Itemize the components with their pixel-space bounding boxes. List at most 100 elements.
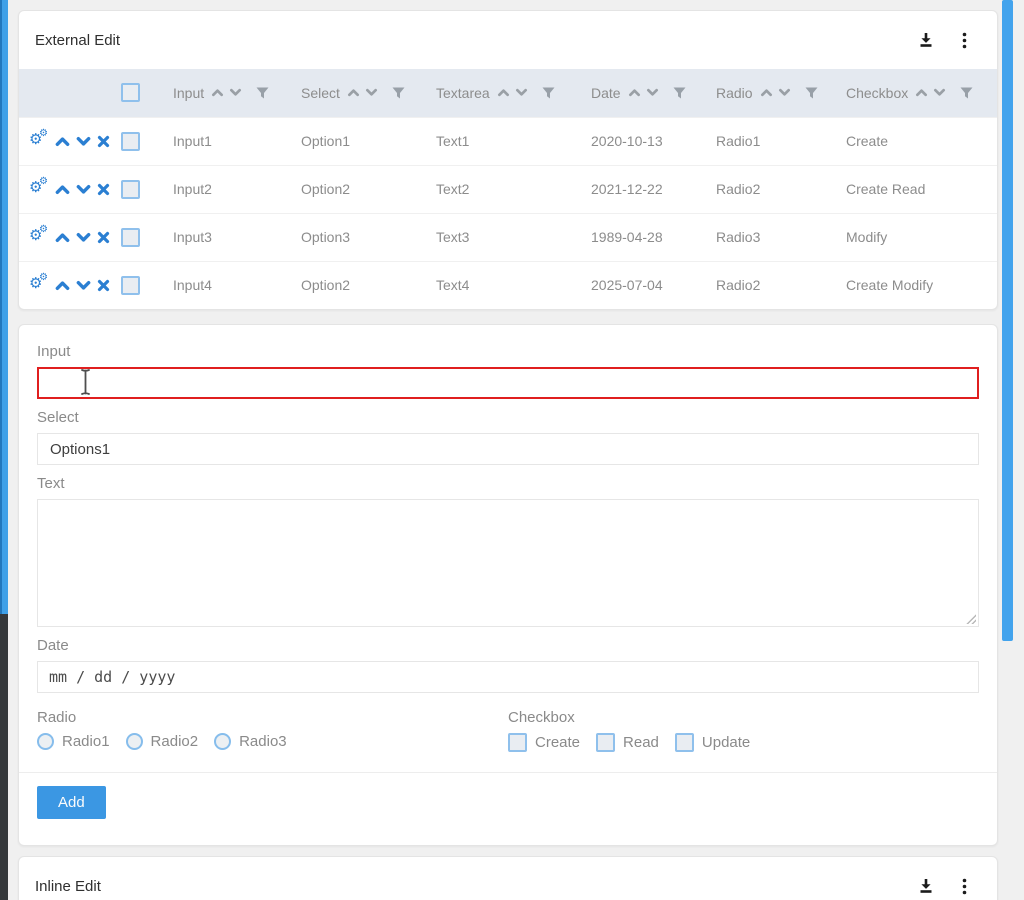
sort-asc-icon[interactable] xyxy=(497,87,510,98)
external-edit-card: External Edit xyxy=(18,10,998,310)
checkbox-option-create[interactable] xyxy=(508,733,527,752)
delete-x-icon[interactable] xyxy=(97,183,110,196)
checkbox-option-label: Read xyxy=(623,734,659,751)
table-row: ⚙⚙ Input4 Option2 Text4 2025-07-04 Radio… xyxy=(19,261,997,309)
row-settings-cogs-icon[interactable]: ⚙⚙ xyxy=(29,179,49,199)
text-label: Text xyxy=(37,475,979,492)
row-checkbox[interactable] xyxy=(121,228,140,247)
row-settings-cogs-icon[interactable]: ⚙⚙ xyxy=(29,227,49,247)
column-header-radio: Radio xyxy=(716,69,846,117)
cell-select: Option2 xyxy=(301,165,436,213)
cell-checkbox: Modify xyxy=(846,213,997,261)
checkbox-option-read[interactable] xyxy=(596,733,615,752)
sort-desc-icon[interactable] xyxy=(365,87,378,98)
inline-edit-card: Inline Edit xyxy=(18,856,998,900)
input-field[interactable] xyxy=(37,367,979,399)
delete-x-icon[interactable] xyxy=(97,231,110,244)
date-field[interactable]: mm / dd / yyyy xyxy=(37,661,979,693)
resize-grip-icon[interactable] xyxy=(964,612,976,624)
radio-option-radio2[interactable] xyxy=(126,733,143,750)
add-button[interactable]: Add xyxy=(37,786,106,819)
kebab-menu-icon[interactable] xyxy=(962,878,967,895)
delete-x-icon[interactable] xyxy=(97,135,110,148)
sort-asc-icon[interactable] xyxy=(347,87,360,98)
kebab-menu-icon[interactable] xyxy=(962,32,967,49)
checkbox-label: Checkbox xyxy=(508,709,979,726)
radio-group: Radio Radio1 Radio2 Radio3 xyxy=(37,699,508,756)
sort-desc-icon[interactable] xyxy=(778,87,791,98)
sort-desc-icon[interactable] xyxy=(229,87,242,98)
form-footer: Add xyxy=(19,772,997,845)
filter-funnel-icon[interactable] xyxy=(805,87,818,99)
checkbox-option-update[interactable] xyxy=(675,733,694,752)
cell-date: 2021-12-22 xyxy=(591,165,716,213)
right-scrollbar-thumb[interactable] xyxy=(1002,0,1013,641)
download-icon[interactable] xyxy=(918,32,934,48)
download-icon[interactable] xyxy=(918,878,934,894)
text-textarea[interactable] xyxy=(37,499,979,627)
table-row: ⚙⚙ Input3 Option3 Text3 1989-04-28 Radio… xyxy=(19,213,997,261)
filter-funnel-icon[interactable] xyxy=(392,87,405,99)
sort-desc-icon[interactable] xyxy=(646,87,659,98)
column-label: Date xyxy=(591,85,621,101)
date-label: Date xyxy=(37,637,979,654)
move-up-icon[interactable] xyxy=(55,231,70,244)
cell-radio: Radio3 xyxy=(716,213,846,261)
add-form-card: Input Select Options1 Text Date mm / dd … xyxy=(18,324,998,846)
radio-option-radio1[interactable] xyxy=(37,733,54,750)
select-all-checkbox[interactable] xyxy=(121,83,140,102)
move-up-icon[interactable] xyxy=(55,183,70,196)
row-checkbox[interactable] xyxy=(121,132,140,151)
move-down-icon[interactable] xyxy=(76,279,91,292)
radio-option-label: Radio2 xyxy=(151,733,199,750)
select-value: Options1 xyxy=(50,441,110,458)
filter-funnel-icon[interactable] xyxy=(673,87,686,99)
row-checkbox[interactable] xyxy=(121,180,140,199)
move-up-icon[interactable] xyxy=(55,279,70,292)
cell-textarea: Text1 xyxy=(436,117,591,165)
cell-checkbox: Create Modify xyxy=(846,261,997,309)
cell-radio: Radio2 xyxy=(716,165,846,213)
column-header-select: Select xyxy=(301,69,436,117)
cell-input: Input4 xyxy=(173,261,301,309)
left-scrollbar-thumb[interactable] xyxy=(0,0,8,614)
sort-asc-icon[interactable] xyxy=(628,87,641,98)
select-label: Select xyxy=(37,409,979,426)
cell-textarea: Text3 xyxy=(436,213,591,261)
cell-radio: Radio2 xyxy=(716,261,846,309)
actions-column-header xyxy=(19,69,121,117)
row-checkbox[interactable] xyxy=(121,276,140,295)
select-dropdown[interactable]: Options1 xyxy=(37,433,979,465)
column-label: Input xyxy=(173,85,204,101)
select-all-cell xyxy=(121,69,173,117)
cell-date: 2020-10-13 xyxy=(591,117,716,165)
card-title: External Edit xyxy=(35,32,120,49)
sort-desc-icon[interactable] xyxy=(515,87,528,98)
row-settings-cogs-icon[interactable]: ⚙⚙ xyxy=(29,131,49,151)
cell-radio: Radio1 xyxy=(716,117,846,165)
cell-textarea: Text2 xyxy=(436,165,591,213)
column-header-date: Date xyxy=(591,69,716,117)
cell-checkbox: Create Read xyxy=(846,165,997,213)
cell-input: Input1 xyxy=(173,117,301,165)
sort-asc-icon[interactable] xyxy=(760,87,773,98)
cell-select: Option2 xyxy=(301,261,436,309)
sort-asc-icon[interactable] xyxy=(211,87,224,98)
checkbox-group: Checkbox Create Read Update xyxy=(508,699,979,756)
filter-funnel-icon[interactable] xyxy=(960,87,973,99)
row-settings-cogs-icon[interactable]: ⚙⚙ xyxy=(29,275,49,295)
left-scrollbar-track[interactable] xyxy=(0,0,8,900)
radio-option-radio3[interactable] xyxy=(214,733,231,750)
cell-input: Input3 xyxy=(173,213,301,261)
filter-funnel-icon[interactable] xyxy=(256,87,269,99)
move-down-icon[interactable] xyxy=(76,231,91,244)
sort-asc-icon[interactable] xyxy=(915,87,928,98)
move-down-icon[interactable] xyxy=(76,183,91,196)
move-down-icon[interactable] xyxy=(76,135,91,148)
move-up-icon[interactable] xyxy=(55,135,70,148)
cell-select: Option3 xyxy=(301,213,436,261)
sort-desc-icon[interactable] xyxy=(933,87,946,98)
main-content: External Edit xyxy=(18,0,998,900)
filter-funnel-icon[interactable] xyxy=(542,87,555,99)
delete-x-icon[interactable] xyxy=(97,279,110,292)
